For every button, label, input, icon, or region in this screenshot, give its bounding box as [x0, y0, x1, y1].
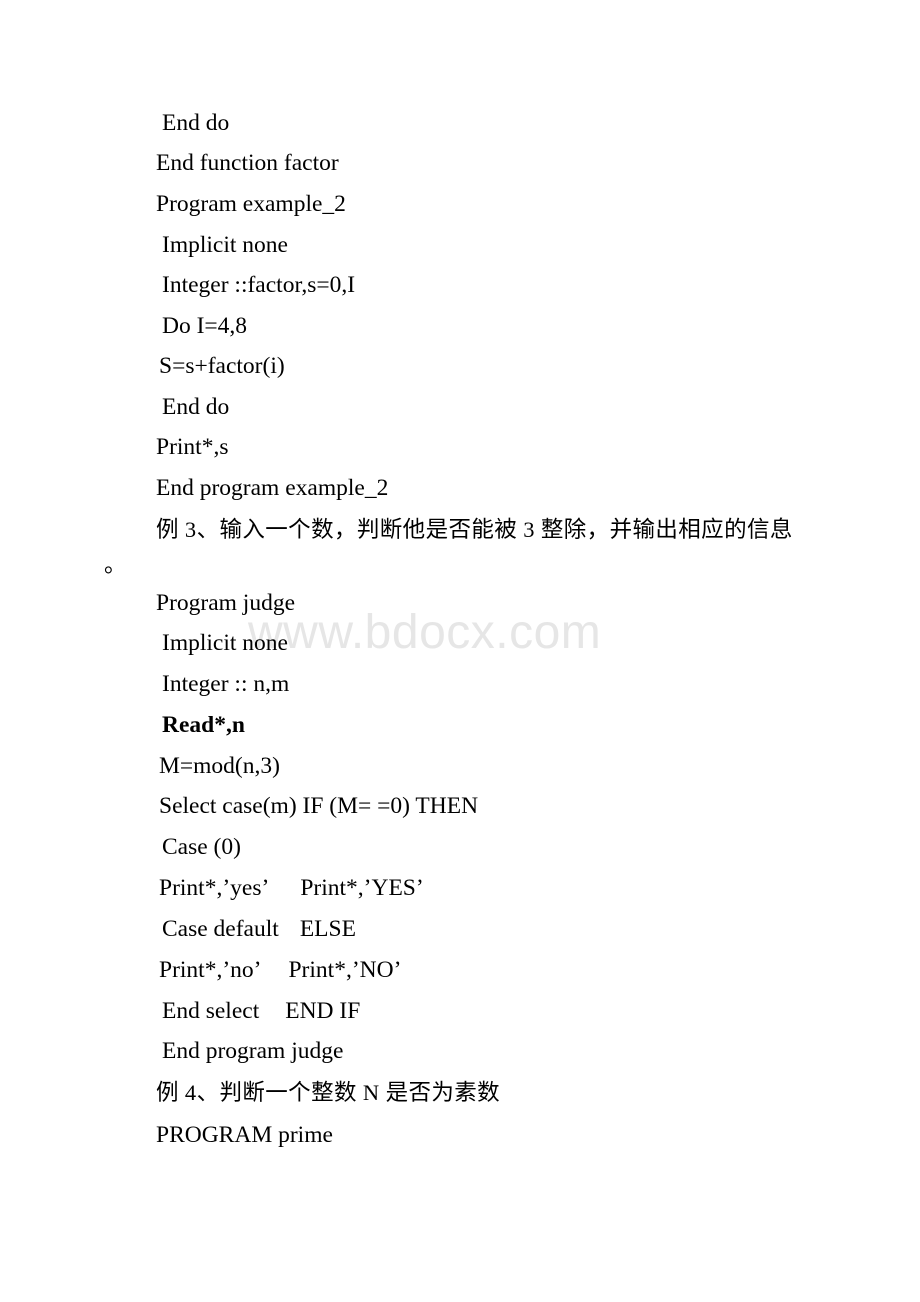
- document-page: www.bdocx.com End do End function factor P…: [0, 0, 920, 1302]
- text-line: Read*,n: [162, 712, 245, 738]
- text-line-primary: S=s+factor(i): [159, 353, 285, 379]
- text-line-primary: End do: [162, 110, 230, 136]
- text-line-primary: End function factor: [156, 150, 339, 176]
- text-line-primary: M=mod(n,3): [159, 753, 280, 779]
- text-line-primary: Read*,n: [162, 712, 245, 738]
- text-line-primary: Implicit none: [162, 232, 288, 258]
- text-line: 。: [104, 552, 127, 578]
- text-line-primary: End do: [162, 394, 230, 420]
- text-line-primary: Print*,’yes’: [159, 875, 270, 901]
- text-line-secondary: ELSE: [299, 916, 356, 942]
- text-line-primary: 例 3、输入一个数，判断他是否能被 3 整除，并输出相应的信息: [156, 517, 793, 542]
- text-line: M=mod(n,3): [159, 753, 280, 779]
- text-line-primary: 例 4、判断一个整数 N 是否为素数: [156, 1080, 501, 1105]
- text-line: End do: [162, 394, 229, 420]
- text-line: Program example_2: [156, 191, 346, 217]
- text-line-primary: Select case(m) IF (M= =0) THEN: [159, 793, 479, 819]
- text-line: Do I=4,8: [162, 313, 247, 339]
- text-line: Integer ::factor,s=0,I: [162, 272, 355, 298]
- text-line: 例 4、判断一个整数 N 是否为素数: [156, 1080, 500, 1106]
- text-line-primary: End program judge: [162, 1038, 344, 1064]
- text-line-primary: Integer :: n,m: [162, 671, 290, 697]
- text-line-primary: End select: [162, 998, 260, 1024]
- text-line: 例 3、输入一个数，判断他是否能被 3 整除，并输出相应的信息: [156, 517, 793, 543]
- text-line: End program example_2: [156, 475, 388, 501]
- text-line-primary: Program example_2: [156, 191, 346, 217]
- text-line-primary: 。: [104, 552, 127, 577]
- text-line-secondary: Print*,’NO’: [288, 957, 402, 983]
- text-line: PROGRAM prime: [156, 1122, 333, 1148]
- text-line-primary: Case default: [162, 916, 279, 942]
- text-line: Select case(m) IF (M= =0) THEN: [159, 793, 478, 819]
- text-line: Program judge: [156, 590, 295, 616]
- text-line-primary: Print*,’no’: [159, 957, 262, 983]
- text-line: Implicit none: [162, 630, 288, 656]
- text-line: Print*,’no’ Print*,’NO’: [159, 957, 401, 983]
- text-line: S=s+factor(i): [159, 353, 285, 379]
- text-line: End program judge: [162, 1038, 343, 1064]
- text-line: End do: [162, 110, 229, 136]
- text-line: Print*,s: [156, 434, 228, 460]
- text-line-primary: Print*,s: [156, 434, 229, 460]
- text-line: Print*,’yes’ Print*,’YES’: [159, 875, 424, 901]
- text-line-primary: End program example_2: [156, 475, 389, 501]
- text-line-secondary: END IF: [285, 998, 361, 1024]
- text-line-primary: Implicit none: [162, 630, 288, 656]
- text-line-secondary: Print*,’YES’: [300, 875, 424, 901]
- text-line: End function factor: [156, 150, 339, 176]
- text-line: Integer :: n,m: [162, 671, 289, 697]
- text-line: Case default ELSE: [162, 916, 356, 942]
- document-text-body: End do End function factor Program example…: [0, 0, 920, 1302]
- text-line-primary: Program judge: [156, 590, 296, 616]
- text-line: Implicit none: [162, 232, 288, 258]
- text-line-primary: Do I=4,8: [162, 313, 248, 339]
- text-line: Case (0): [162, 834, 241, 860]
- text-line-primary: Integer ::factor,s=0,I: [162, 272, 356, 298]
- text-line-primary: Case (0): [162, 834, 241, 860]
- text-line: End select END IF: [162, 998, 360, 1024]
- text-line-primary: PROGRAM prime: [156, 1122, 333, 1148]
